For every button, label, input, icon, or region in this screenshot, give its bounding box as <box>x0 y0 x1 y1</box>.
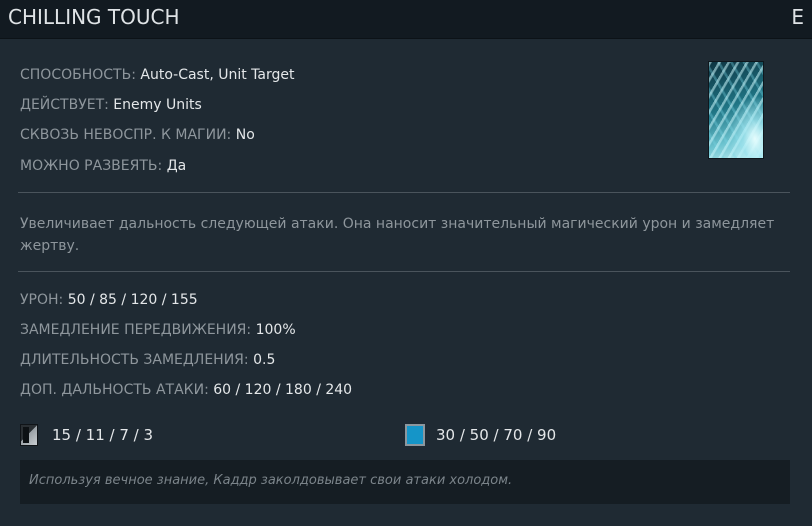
mana-cost-value: 30 / 50 / 70 / 90 <box>436 426 557 444</box>
attribute-value: No <box>235 127 255 143</box>
attribute-ability-behavior: СПОСОБНОСТЬ: Auto-Cast, Unit Target <box>20 67 295 83</box>
stat-value: 100% <box>255 322 296 338</box>
stat-slow-duration: ДЛИТЕЛЬНОСТЬ ЗАМЕДЛЕНИЯ: 0.5 <box>20 352 275 368</box>
ability-description: Увеличивает дальность следующей атаки. О… <box>20 216 775 254</box>
attribute-dispellable: МОЖНО РАЗВЕЯТЬ: Да <box>20 158 186 174</box>
divider <box>18 192 790 193</box>
attribute-value: Auto-Cast, Unit Target <box>140 67 295 83</box>
ability-name: CHILLING TOUCH <box>8 5 180 29</box>
attribute-label: МОЖНО РАЗВЕЯТЬ: <box>20 158 163 174</box>
stat-value: 60 / 120 / 180 / 240 <box>213 382 353 398</box>
attribute-value: Да <box>166 158 187 174</box>
attribute-label: ДЕЙСТВУЕТ: <box>20 97 109 113</box>
divider <box>18 271 790 272</box>
stat-label: ДЛИТЕЛЬНОСТЬ ЗАМЕДЛЕНИЯ: <box>20 352 249 368</box>
tooltip-body: СПОСОБНОСТЬ: Auto-Cast, Unit Target ДЕЙС… <box>0 39 812 526</box>
cooldown-icon <box>20 424 38 446</box>
attribute-pierces-magic-immunity: СКВОЗЬ НЕВОСПР. К МАГИИ: No <box>20 127 255 143</box>
attribute-value: Enemy Units <box>113 97 202 113</box>
stat-bonus-attack-range: ДОП. ДАЛЬНОСТЬ АТАКИ: 60 / 120 / 180 / 2… <box>20 382 352 398</box>
stat-value: 0.5 <box>253 352 276 368</box>
stat-label: УРОН: <box>20 292 64 308</box>
attribute-label: СПОСОБНОСТЬ: <box>20 67 136 83</box>
stat-value: 50 / 85 / 120 / 155 <box>67 292 198 308</box>
stat-movement-slow: ЗАМЕДЛЕНИЕ ПЕРЕДВИЖЕНИЯ: 100% <box>20 322 296 338</box>
chilling-touch-ice-icon <box>708 61 764 159</box>
stat-label: ЗАМЕДЛЕНИЕ ПЕРЕДВИЖЕНИЯ: <box>20 322 252 338</box>
lore-box: Используя вечное знание, Каддр заколдовы… <box>20 460 790 504</box>
mana-icon <box>405 424 425 446</box>
tooltip-header: CHILLING TOUCH E <box>0 0 812 39</box>
cooldown-value: 15 / 11 / 7 / 3 <box>52 426 154 444</box>
ability-tooltip: CHILLING TOUCH E СПОСОБНОСТЬ: Auto-Cast,… <box>0 0 812 526</box>
ability-hotkey: E <box>791 5 804 29</box>
attribute-label: СКВОЗЬ НЕВОСПР. К МАГИИ: <box>20 127 232 143</box>
attribute-affects: ДЕЙСТВУЕТ: Enemy Units <box>20 97 202 113</box>
stat-label: ДОП. ДАЛЬНОСТЬ АТАКИ: <box>20 382 209 398</box>
lore-text: Используя вечное знание, Каддр заколдовы… <box>29 473 513 488</box>
stat-damage: УРОН: 50 / 85 / 120 / 155 <box>20 292 198 308</box>
